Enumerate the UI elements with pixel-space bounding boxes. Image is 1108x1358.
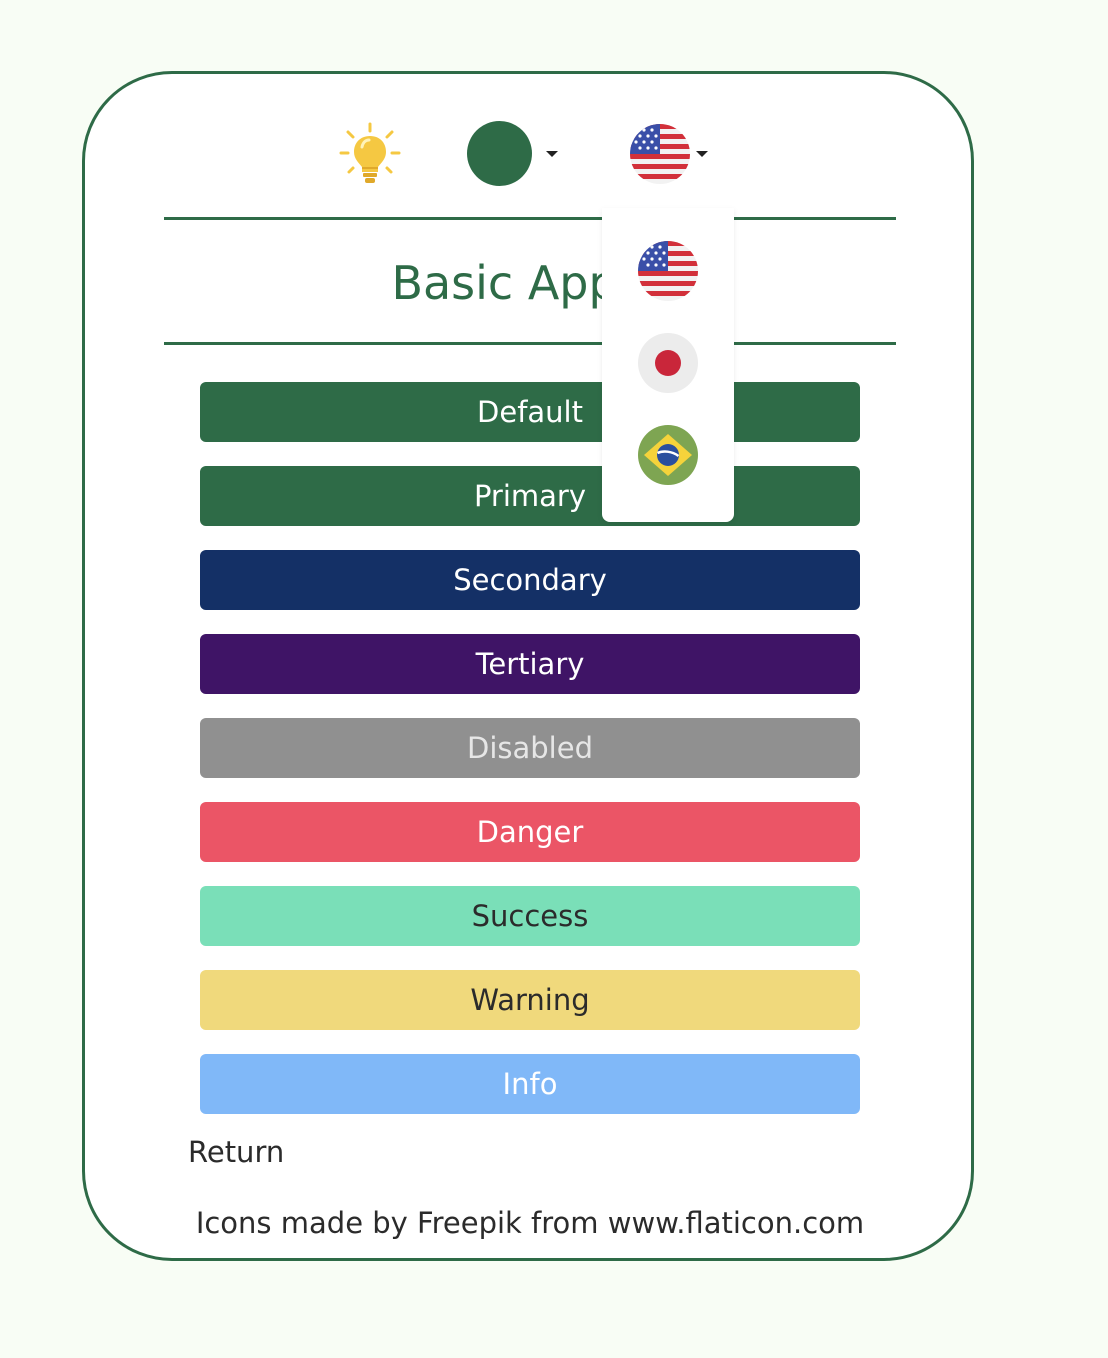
disabled-button: Disabled [200,718,860,778]
primary-button[interactable]: Primary [200,466,860,526]
us-flag-icon[interactable] [630,124,690,184]
brazil-flag-icon[interactable] [638,425,698,485]
divider [164,217,896,220]
language-dropdown-menu [602,208,734,522]
return-link[interactable]: Return [188,1132,284,1172]
chevron-down-icon[interactable] [696,151,708,157]
chevron-down-icon[interactable] [546,151,558,157]
theme-color-button[interactable] [467,121,532,186]
tertiary-button[interactable]: Tertiary [200,634,860,694]
success-button[interactable]: Success [200,886,860,946]
default-button[interactable]: Default [200,382,860,442]
icon-credits: Icons made by Freepik from www.flaticon.… [195,1206,865,1240]
divider [164,342,896,345]
secondary-button[interactable]: Secondary [200,550,860,610]
lightbulb-icon[interactable] [338,122,402,186]
page-title: Basic Applic [391,256,669,310]
us-flag-icon[interactable] [638,241,698,301]
danger-button[interactable]: Danger [200,802,860,862]
info-button[interactable]: Info [200,1054,860,1114]
japan-flag-icon[interactable] [638,333,698,393]
warning-button[interactable]: Warning [200,970,860,1030]
